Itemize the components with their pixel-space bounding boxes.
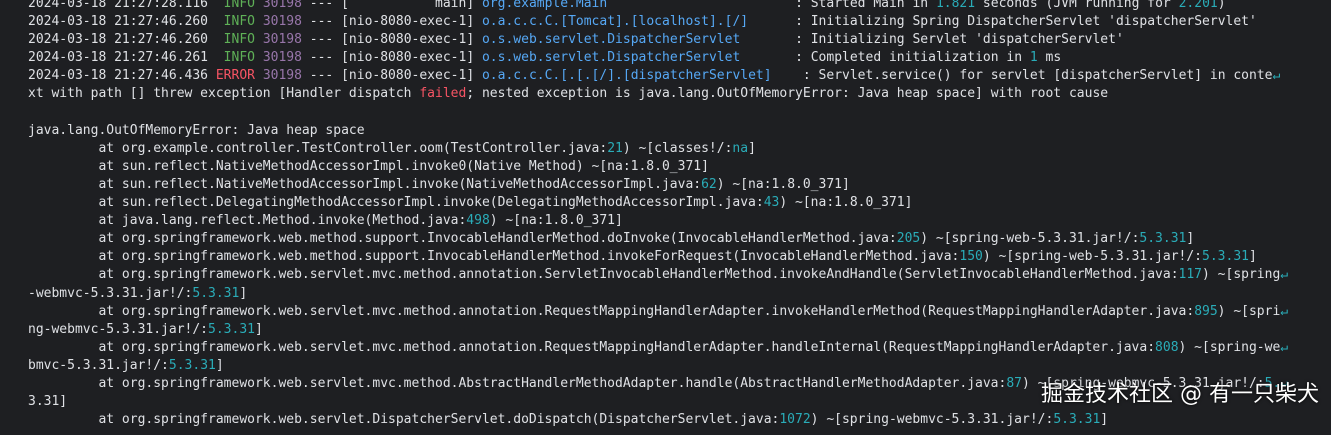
stack-line: at sun.reflect.NativeMethodAccessorImpl.…: [28, 158, 709, 174]
wrapped-line: -webmvc-5.3.31.jar!/:5.3.31]: [28, 285, 248, 301]
timestamp: 2024-03-18 21:27:46.436: [28, 68, 209, 84]
log-message: : Completed initialization in 1 ms: [795, 50, 1062, 66]
logger-name: o.a.c.c.C.[.[.[/].[dispatcherServlet]: [481, 68, 772, 84]
logger-name: o.s.web.servlet.DispatcherServlet: [481, 32, 741, 48]
log-message: : Servlet.service() for servlet [dispatc…: [802, 68, 1273, 84]
log-line: 2024-03-18 21:27:46.436 ERROR 30198 --- …: [28, 68, 1281, 84]
log-line: 2024-03-18 21:27:46.260 INFO 30198 --- […: [28, 31, 1308, 49]
thread-name: --- [ main]: [309, 0, 475, 11]
wrapped-line: ng-webmvc-5.3.31.jar!/:5.3.31]: [28, 321, 263, 337]
stack-line: at sun.reflect.NativeMethodAccessorImpl.…: [28, 176, 850, 192]
timestamp: 2024-03-18 21:27:46.261: [28, 50, 209, 66]
log-level: INFO: [223, 0, 255, 11]
log-message: : Started Main in 1.821 seconds (JVM run…: [795, 0, 1226, 11]
stack-line: at org.springframework.web.method.suppor…: [28, 231, 1195, 247]
log-level: INFO: [223, 50, 255, 66]
process-id: 30198: [262, 14, 302, 30]
log-line: 2024-03-18 21:27:46.261 INFO 30198 --- […: [28, 49, 1308, 67]
stack-line: at java.lang.reflect.Method.invoke(Metho…: [28, 213, 623, 229]
thread-name: --- [nio-8080-exec-1]: [309, 50, 475, 66]
console-output[interactable]: 2024-03-18 21:27:28.116 INFO 30198 --- […: [0, 0, 1331, 435]
process-id: 30198: [262, 68, 302, 84]
stack-line: xt with path [] threw exception [Handler…: [28, 86, 1109, 102]
stack-line: at org.springframework.web.servlet.mvc.m…: [28, 267, 1289, 283]
stack-line: at org.springframework.web.method.suppor…: [28, 249, 1257, 265]
log-line: 2024-03-18 21:27:28.116 INFO 30198 --- […: [28, 0, 1308, 13]
stack-line: at org.springframework.web.servlet.mvc.m…: [28, 339, 1289, 355]
wrapped-line: bmvc-5.3.31.jar!/:5.3.31]: [28, 357, 224, 373]
stack-line: java.lang.OutOfMemoryError: Java heap sp…: [28, 122, 365, 138]
thread-name: --- [nio-8080-exec-1]: [309, 32, 475, 48]
log-level: INFO: [223, 14, 255, 30]
log-level: INFO: [223, 32, 255, 48]
logger-name: org.example.Main: [481, 0, 608, 11]
stack-line: at sun.reflect.DelegatingMethodAccessorI…: [28, 195, 913, 211]
stack-line: at org.example.controller.TestController…: [28, 140, 756, 156]
thread-name: --- [nio-8080-exec-1]: [309, 14, 475, 30]
stack-line: at org.springframework.web.servlet.mvc.m…: [28, 303, 1289, 319]
timestamp: 2024-03-18 21:27:46.260: [28, 14, 209, 30]
stack-line: at org.springframework.web.servlet.Dispa…: [28, 412, 1109, 428]
stack-line: [28, 104, 1308, 122]
process-id: 30198: [262, 0, 302, 11]
watermark: 掘金技术社区 @ 有一只柴犬: [1041, 382, 1319, 407]
log-line: 2024-03-18 21:27:46.260 INFO 30198 --- […: [28, 13, 1308, 31]
timestamp: 2024-03-18 21:27:28.116: [28, 0, 209, 11]
timestamp: 2024-03-18 21:27:46.260: [28, 32, 209, 48]
console-scrollbar[interactable]: [1321, 0, 1331, 424]
process-id: 30198: [262, 50, 302, 66]
log-level: ERROR: [215, 68, 255, 84]
process-id: 30198: [262, 32, 302, 48]
thread-name: --- [nio-8080-exec-1]: [309, 68, 475, 84]
logger-name: o.s.web.servlet.DispatcherServlet: [481, 50, 741, 66]
logger-name: o.a.c.c.C.[Tomcat].[localhost].[/]: [481, 14, 749, 30]
log-message: : Initializing Servlet 'dispatcherServle…: [795, 32, 1124, 48]
log-message: : Initializing Spring DispatcherServlet …: [795, 14, 1257, 30]
